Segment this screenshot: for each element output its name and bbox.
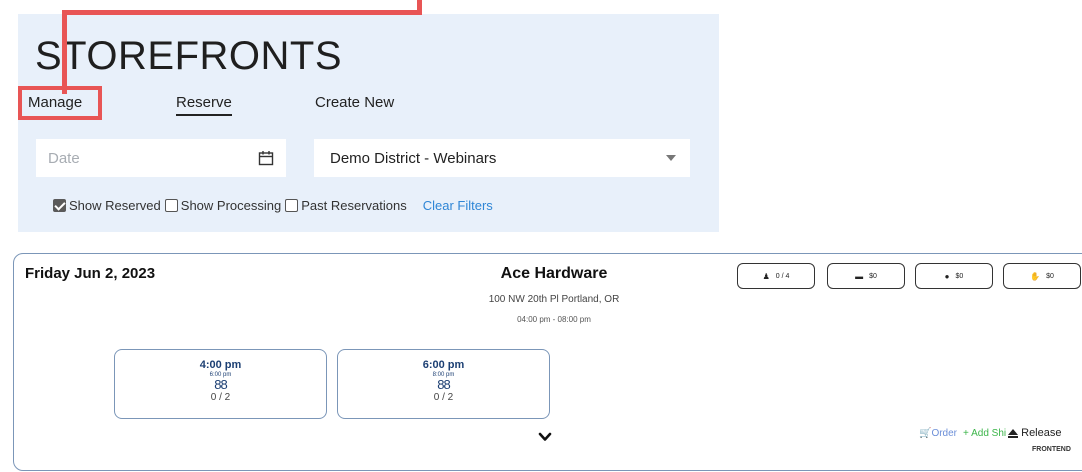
reservation-card: Friday Jun 2, 2023 Ace Hardware 100 NW 2… [13, 253, 1082, 471]
reservation-actions: 🛒Order + Add Shi Release [919, 427, 1061, 439]
stat-cash[interactable]: ▬ $0 [827, 263, 905, 289]
clear-filters-link[interactable]: Clear Filters [423, 198, 493, 213]
show-reserved-filter[interactable]: Show Reserved [53, 198, 161, 213]
calendar-icon[interactable] [258, 150, 274, 166]
slot-count: 0 / 2 [210, 392, 231, 403]
show-reserved-label: Show Reserved [69, 198, 161, 213]
annotation-line-right [417, 0, 422, 15]
bag-icon: ● [944, 271, 950, 281]
people-icon: 88 [214, 377, 227, 392]
annotation-line-top [62, 10, 422, 15]
order-label: Order [931, 427, 958, 439]
past-reservations-checkbox[interactable] [285, 199, 299, 212]
show-reserved-checkbox[interactable] [53, 199, 66, 212]
brand-logo: FRONTEND [1032, 446, 1071, 453]
show-processing-label: Show Processing [180, 198, 282, 213]
show-processing-filter[interactable]: Show Processing [164, 198, 282, 213]
cash-icon: ▬ [855, 271, 864, 281]
store-hours: 04:00 pm - 08:00 pm [517, 315, 591, 324]
show-processing-checkbox[interactable] [164, 199, 178, 212]
slot-start-time: 4:00 pm [199, 359, 242, 371]
stat-donations[interactable]: ✋ $0 [1003, 263, 1081, 289]
district-select[interactable]: Demo District - Webinars [314, 139, 690, 177]
caret-down-icon [666, 155, 676, 161]
date-placeholder: Date [48, 149, 80, 167]
stat-volunteers-value: 0 / 4 [775, 272, 790, 280]
annotation-line-left [62, 10, 67, 94]
stat-volunteers[interactable]: ♟ 0 / 4 [737, 263, 815, 289]
hand-money-icon: ✋ [1030, 271, 1041, 281]
filter-panel: STOREFRONTS Manage Reserve Create New Da… [18, 14, 719, 232]
slot-count: 0 / 2 [433, 392, 454, 403]
past-reservations-filter[interactable]: Past Reservations [285, 198, 407, 213]
people-icon: 88 [437, 377, 450, 392]
date-input[interactable]: Date [36, 139, 286, 177]
person-icon: ♟ [762, 271, 770, 281]
release-label: Release [1021, 427, 1062, 439]
reservation-date: Friday Jun 2, 2023 [25, 265, 156, 282]
release-button[interactable]: Release [1008, 427, 1061, 439]
page-title: STOREFRONTS [35, 34, 343, 78]
annotation-box-manage [18, 86, 102, 120]
stat-cash-value: $0 [869, 272, 877, 280]
past-reservations-label: Past Reservations [301, 198, 407, 213]
add-shift-label: Add Shi [971, 427, 1007, 439]
chevron-down-icon[interactable] [538, 430, 552, 444]
time-slot[interactable]: 6:00 pm 8:00 pm 88 0 / 2 [337, 349, 550, 419]
time-slot[interactable]: 4:00 pm 6:00 pm 88 0 / 2 [114, 349, 327, 419]
district-selected-value: Demo District - Webinars [330, 149, 497, 167]
tab-create-new[interactable]: Create New [315, 94, 394, 111]
eject-icon [1008, 428, 1019, 438]
stat-sales[interactable]: ● $0 [915, 263, 993, 289]
tab-reserve[interactable]: Reserve [176, 94, 232, 116]
order-button[interactable]: 🛒Order [919, 428, 957, 439]
slot-start-time: 6:00 pm [422, 359, 465, 371]
stat-donations-value: $0 [1046, 272, 1054, 280]
store-address: 100 NW 20th Pl Portland, OR [488, 294, 620, 305]
store-name: Ace Hardware [500, 265, 608, 282]
stat-sales-value: $0 [955, 272, 964, 280]
filters-row: Show Reserved Show Processing Past Reser… [53, 198, 493, 213]
add-shift-button[interactable]: + Add Shi [963, 428, 1006, 439]
